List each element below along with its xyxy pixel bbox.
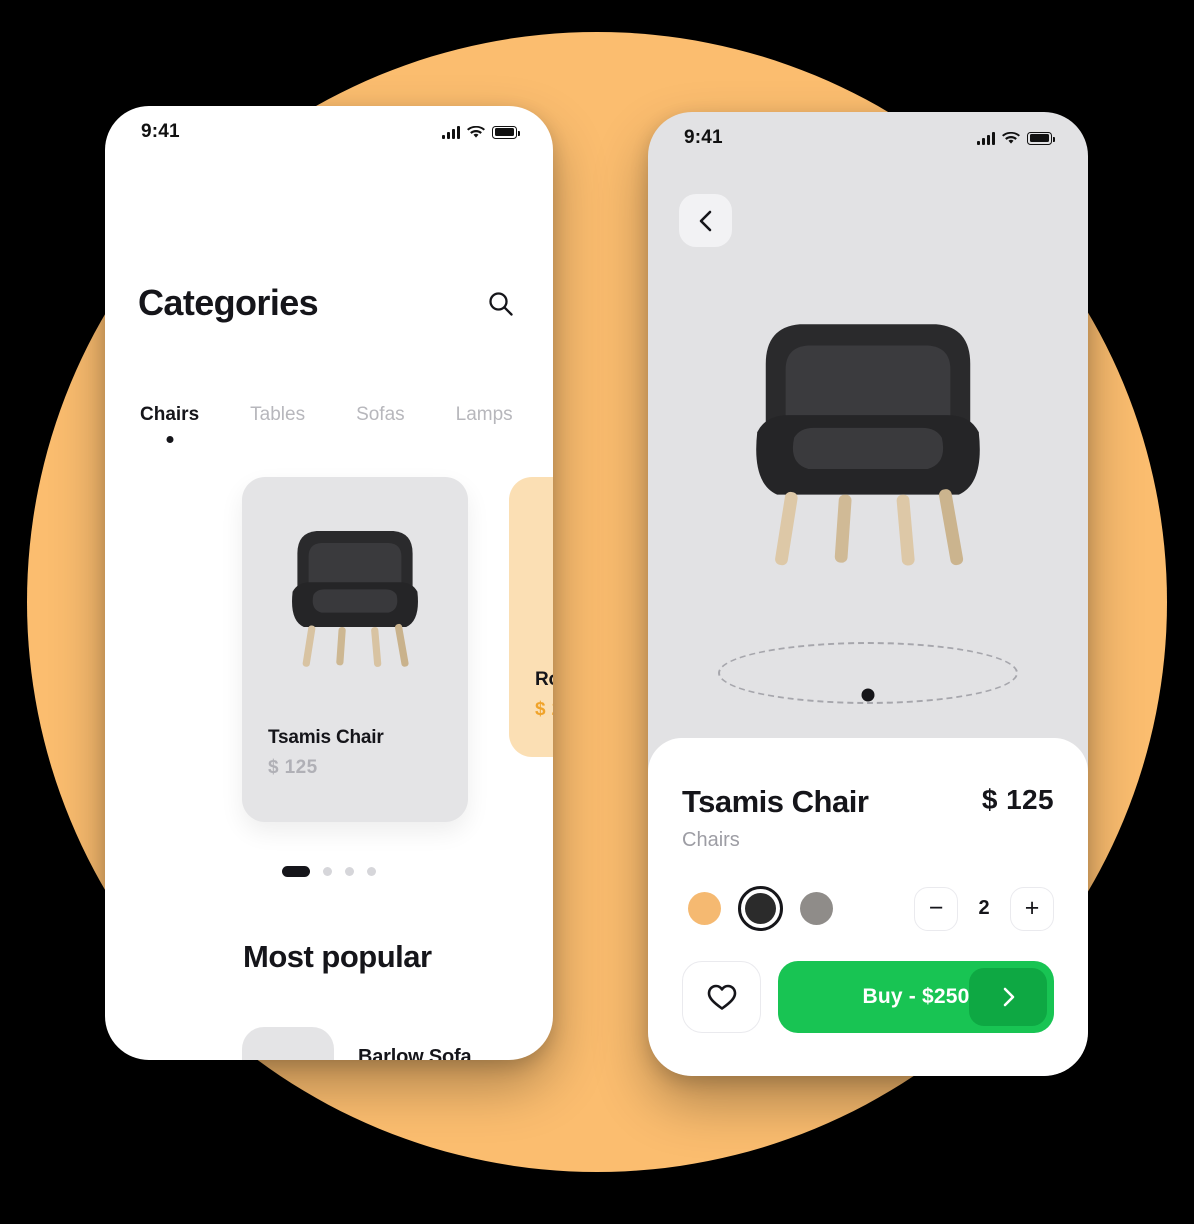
product-options-row: − 2 + (682, 886, 1054, 931)
rotation-handle-dot[interactable] (861, 688, 875, 702)
product-card-meta: Tsamis Chair $ 125 (242, 727, 468, 779)
product-detail-header: Tsamis Chair Chairs $ 125 (682, 784, 1054, 852)
quantity-stepper: − 2 + (914, 886, 1054, 931)
product-card-image (242, 477, 468, 707)
tab-sofas[interactable]: Sofas (356, 404, 405, 426)
favorite-button[interactable] (682, 961, 761, 1033)
product-card-price: $ 125 (268, 757, 318, 778)
status-bar-left: 9:41 (105, 106, 553, 158)
carousel-dot-3[interactable] (345, 867, 354, 876)
product-card-roswell-chair[interactable]: Roswell Chair $ 265 (509, 477, 553, 757)
product-card-tsamis-chair[interactable]: Tsamis Chair $ 125 (242, 477, 468, 822)
most-popular-title: Most popular (243, 939, 432, 974)
tab-tables[interactable]: Tables (250, 404, 305, 426)
categories-header: Categories (105, 282, 553, 324)
tab-chairs[interactable]: Chairs (140, 404, 199, 426)
buy-button[interactable]: Buy - $250 (778, 961, 1054, 1033)
category-tabs: Chairs Tables Sofas Lamps (105, 404, 553, 426)
product-hero-image (648, 252, 1088, 652)
phone-right-product-detail-screen: 9:41 Tsamis Chair Chairs $ 125 − 2 + Buy… (648, 112, 1088, 1076)
back-button[interactable] (679, 194, 732, 247)
status-time: 9:41 (141, 121, 180, 142)
product-card-image (509, 477, 553, 677)
tab-lamps[interactable]: Lamps (456, 404, 513, 426)
status-icons (977, 131, 1055, 145)
carousel-dot-4[interactable] (367, 867, 376, 876)
product-card-price: $ 265 (535, 699, 553, 720)
color-swatch-charcoal[interactable] (738, 886, 783, 931)
product-name: Tsamis Chair (682, 784, 869, 819)
cellular-bars-icon (442, 125, 460, 139)
phone-left-categories-screen: 9:41 Categories Chairs Tables Sofas Lamp… (105, 106, 553, 1060)
product-price: $ 125 (981, 784, 1054, 815)
list-item-text: Barlow Sofa Sofas (358, 1046, 472, 1060)
search-button[interactable] (480, 283, 520, 323)
battery-full-icon (492, 125, 520, 139)
quantity-decrement-button[interactable]: − (914, 886, 958, 931)
product-actions-row: Buy - $250 (682, 961, 1054, 1033)
status-icons (442, 125, 520, 139)
status-time: 9:41 (684, 127, 723, 148)
carousel-dot-2[interactable] (323, 867, 332, 876)
product-card-name: Tsamis Chair (268, 727, 384, 748)
battery-full-icon (1027, 131, 1055, 145)
chevron-right-icon (1003, 987, 1014, 1007)
product-category: Chairs (682, 829, 740, 851)
chevron-left-icon (699, 210, 712, 231)
color-swatch-group (682, 886, 839, 931)
product-detail-panel: Tsamis Chair Chairs $ 125 − 2 + Buy - $2… (648, 738, 1088, 1076)
product-card-meta: Roswell Chair $ 265 (509, 669, 553, 721)
buy-button-arrow[interactable] (969, 968, 1047, 1026)
carousel-dot-1[interactable] (282, 866, 310, 877)
wifi-icon (467, 125, 485, 138)
product-card-carousel: Tsamis Chair $ 125 R $ (105, 477, 553, 822)
page-title: Categories (138, 282, 319, 323)
product-card-name: Roswell Chair (535, 669, 553, 690)
quantity-increment-button[interactable]: + (1010, 886, 1054, 931)
list-item-thumbnail (242, 1027, 334, 1060)
color-swatch-gray[interactable] (794, 886, 839, 931)
heart-outline-icon (707, 984, 736, 1010)
mockup-stage: 9:41 Categories Chairs Tables Sofas Lamp… (0, 0, 1194, 1224)
search-icon (488, 291, 513, 316)
list-item-barlow-sofa[interactable]: Barlow Sofa Sofas $ 39 (242, 1027, 522, 1060)
status-bar-right: 9:41 (648, 112, 1088, 164)
list-item-name: Barlow Sofa (358, 1046, 472, 1060)
quantity-value: 2 (978, 897, 990, 919)
cellular-bars-icon (977, 131, 995, 145)
carousel-pagination (105, 866, 553, 877)
buy-button-label: Buy - $250 (862, 985, 970, 1008)
wifi-icon (1002, 131, 1020, 144)
color-swatch-orange[interactable] (682, 886, 727, 931)
